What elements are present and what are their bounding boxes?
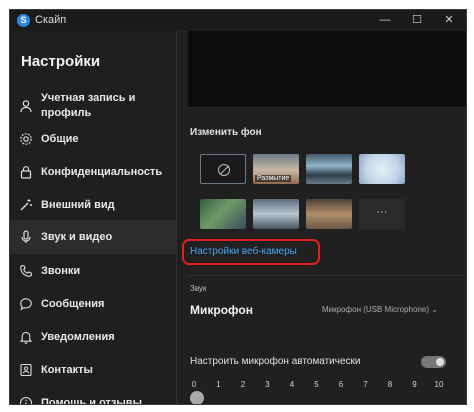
skype-logo-icon: S (17, 14, 30, 27)
sidebar-item-label: Общие (41, 133, 79, 145)
microphone-icon (19, 230, 33, 244)
sidebar-item-label: Помощь и отзывы (41, 397, 142, 405)
gear-icon (19, 132, 33, 146)
sidebar-item-messages[interactable]: Сообщения (10, 294, 176, 314)
background-blur-option[interactable]: Размытие (253, 154, 299, 184)
sidebar-item-label: Уведомления (41, 331, 115, 343)
blur-label: Размытие (255, 175, 292, 182)
auto-adjust-mic-label: Настроить микрофон автоматически (190, 356, 361, 367)
sidebar-item-label: профиль (41, 107, 92, 119)
sidebar-item-label: Контакты (41, 364, 93, 376)
sidebar-item-general[interactable]: Общие (10, 129, 176, 149)
volume-tick-label: 2 (240, 380, 246, 389)
more-backgrounds-button[interactable]: ··· (359, 199, 405, 229)
lock-icon (19, 165, 33, 179)
sidebar-item-label: Звук и видео (41, 231, 113, 243)
user-icon (19, 99, 33, 113)
sidebar-item-label: Сообщения (41, 298, 105, 310)
volume-tick-label: 10 (434, 380, 444, 389)
background-none-option[interactable] (200, 154, 246, 184)
sidebar-item-help[interactable]: Помощь и отзывы (10, 393, 176, 405)
auto-adjust-mic-toggle[interactable] (421, 356, 446, 368)
sidebar-item-notifications[interactable]: Уведомления (10, 327, 176, 347)
no-background-icon (218, 164, 230, 176)
sidebar-item-label: Учетная запись и (41, 92, 136, 104)
settings-sidebar: Настройки Учетная запись и профиль Общие… (10, 31, 177, 405)
microphone-label: Микрофон (190, 303, 253, 317)
sidebar-item-audio-video[interactable]: Звук и видео (10, 220, 176, 254)
microphone-select[interactable]: Микрофон (USB Microphone) ⌄ (322, 305, 438, 314)
volume-tick-label: 9 (412, 380, 417, 389)
phone-icon (19, 264, 33, 278)
divider (188, 275, 466, 276)
window-title: Скайп (35, 14, 67, 26)
background-image-option[interactable] (306, 154, 352, 184)
background-image-option[interactable] (359, 154, 405, 184)
contacts-icon (19, 363, 33, 377)
sidebar-item-privacy[interactable]: Конфиденциальность (10, 162, 176, 182)
info-icon (19, 396, 33, 404)
chat-icon (19, 297, 33, 311)
minimize-button[interactable]: — (370, 10, 400, 31)
background-image-option[interactable] (306, 199, 352, 229)
audio-video-settings-panel: Изменить фон Размытие ··· Настройки веб-… (178, 31, 466, 404)
sidebar-title: Настройки (21, 53, 101, 70)
mic-volume-slider-knob[interactable] (190, 391, 204, 404)
webcam-settings-link[interactable]: Настройки веб-камеры (182, 239, 320, 265)
volume-tick-label: 1 (216, 380, 221, 389)
sidebar-item-appearance[interactable]: Внешний вид (10, 195, 176, 215)
sidebar-item-label: Звонки (41, 265, 81, 277)
volume-tick-label: 3 (265, 380, 270, 389)
volume-tick-label: 0 (191, 380, 197, 389)
bell-icon (19, 330, 33, 344)
volume-tick-label: 5 (314, 380, 319, 389)
title-bar: S Скайп — ☐ ✕ (10, 10, 466, 31)
sidebar-item-contacts[interactable]: Контакты (10, 360, 176, 380)
background-image-option[interactable] (253, 199, 299, 229)
volume-tick-label: 6 (338, 380, 344, 389)
camera-preview (188, 31, 466, 108)
wand-icon (19, 198, 33, 212)
skype-window: S Скайп — ☐ ✕ Настройки Учетная запись и… (9, 9, 467, 405)
volume-tick-label: 8 (387, 380, 393, 389)
close-button[interactable]: ✕ (434, 10, 464, 31)
sound-section-heading: Звук (190, 284, 207, 293)
sidebar-item-label: Конфиденциальность (41, 166, 163, 178)
sidebar-item-account[interactable]: Учетная запись и профиль (10, 88, 176, 124)
change-background-heading: Изменить фон (190, 127, 262, 138)
sidebar-item-label: Внешний вид (41, 199, 115, 211)
sidebar-item-calls[interactable]: Звонки (10, 261, 176, 281)
maximize-button[interactable]: ☐ (402, 10, 432, 31)
volume-tick-label: 7 (363, 380, 368, 389)
volume-tick-label: 4 (289, 380, 295, 389)
background-image-option[interactable] (200, 199, 246, 229)
